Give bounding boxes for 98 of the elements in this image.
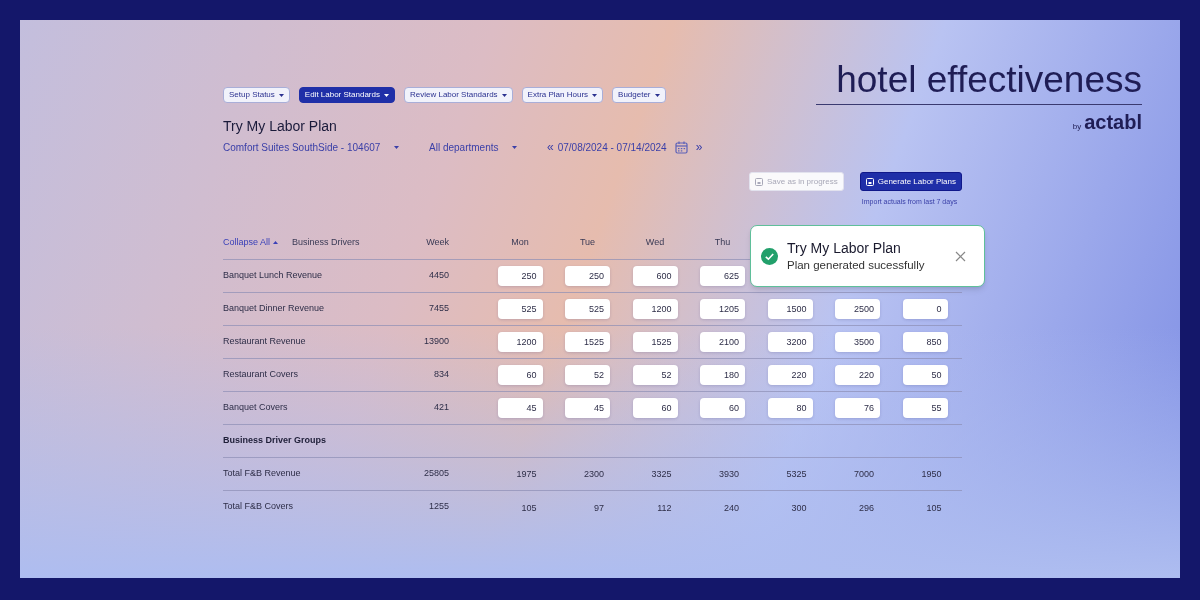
row-label: Banquet Dinner Revenue (223, 302, 325, 313)
collapse-all-button[interactable]: Collapse All (223, 235, 279, 250)
value-input[interactable]: 3500 (835, 331, 880, 352)
value-input[interactable]: 1500 (767, 298, 813, 319)
value-input[interactable]: 250 (497, 265, 543, 286)
table-cell-text: 97 (593, 501, 605, 515)
table-cell-text: 7455 (428, 301, 449, 315)
table-cell-text: 105 (925, 501, 943, 515)
row-label: Banquet Lunch Revenue (223, 269, 323, 280)
nav-tab[interactable]: Extra Plan Hours (521, 87, 604, 103)
table-cell-text: 1950 (920, 468, 943, 482)
row-label: Total F&B Revenue (223, 467, 301, 478)
column-header: Thu (713, 235, 732, 249)
caret-icon (512, 145, 518, 149)
caret-icon (394, 145, 400, 149)
value-input[interactable]: 2500 (835, 298, 880, 319)
table-cell-text: 834 (433, 367, 449, 381)
caret-icon (384, 93, 389, 97)
section-heading: Business Driver Groups (223, 433, 327, 447)
property-dropdown[interactable]: Comfort Suites SouthSide - 104607 (223, 139, 429, 155)
value-input[interactable]: 60 (497, 364, 543, 385)
value-input[interactable]: 250 (565, 265, 610, 286)
value-input[interactable]: 52 (565, 364, 610, 385)
table-cell-text: 105 (520, 501, 538, 515)
table-cell-text: 2300 (582, 468, 605, 482)
column-header: Tue (578, 235, 597, 249)
nav-tab[interactable]: Edit Labor Standards (298, 87, 395, 103)
calendar-icon[interactable] (674, 140, 688, 154)
column-header: Week (426, 235, 449, 249)
logo-brand: actabl (1084, 110, 1142, 135)
value-input[interactable]: 50 (902, 364, 948, 385)
value-input[interactable]: 45 (497, 397, 543, 418)
row-label: Total F&B Covers (223, 501, 294, 512)
table-cell-text: 240 (722, 501, 740, 515)
value-input[interactable]: 45 (565, 397, 610, 418)
date-range: 07/08/2024 - 07/14/2024 (557, 140, 667, 155)
generate-button[interactable]: Generate Labor Plans (859, 172, 962, 191)
table-cell-text: 13900 (423, 334, 449, 348)
value-input[interactable]: 0 (902, 298, 948, 319)
caret-icon (592, 93, 598, 97)
table-cell-text: 296 (857, 501, 875, 515)
nav-tab[interactable]: Budgeter (612, 87, 666, 103)
column-header: Mon (510, 235, 530, 249)
row-label: Restaurant Covers (223, 368, 299, 379)
value-input[interactable]: 625 (700, 265, 745, 286)
caret-icon (273, 241, 279, 244)
table-cell-text: 300 (790, 501, 808, 515)
caret-icon (501, 93, 507, 97)
table-cell-text: 4450 (428, 268, 449, 282)
table-cell-text: 3930 (717, 468, 740, 482)
value-input[interactable]: 1525 (565, 331, 610, 352)
close-icon[interactable] (955, 250, 966, 262)
department-dropdown[interactable]: All departments (429, 139, 547, 155)
check-icon (761, 247, 778, 265)
column-header: Wed (644, 235, 666, 249)
value-input[interactable]: 1205 (700, 298, 745, 319)
table-cell-text: 112 (656, 501, 673, 515)
value-input[interactable]: 76 (835, 397, 880, 418)
value-input[interactable]: 525 (565, 298, 610, 319)
value-input[interactable]: 220 (835, 364, 880, 385)
value-input[interactable]: 850 (902, 331, 948, 352)
previous-week-button[interactable]: « (547, 138, 554, 156)
nav-tab[interactable]: Review Labor Standards (404, 87, 513, 103)
column-header: Business Drivers (292, 235, 360, 249)
table-cell-text: 1975 (515, 468, 538, 482)
table-cell-text: 25805 (423, 466, 449, 480)
value-input[interactable]: 3200 (767, 331, 813, 352)
table-cell-text: 3325 (650, 468, 673, 482)
row-label: Restaurant Revenue (223, 335, 306, 346)
value-input[interactable]: 60 (632, 397, 678, 418)
logo-wordmark: hotel effectiveness (816, 58, 1142, 105)
caret-icon (278, 93, 284, 97)
table-cell-text: 7000 (852, 468, 875, 482)
value-input[interactable]: 525 (497, 298, 543, 319)
value-input[interactable]: 1200 (497, 331, 543, 352)
value-input[interactable]: 1525 (632, 331, 678, 352)
value-input[interactable]: 600 (632, 265, 678, 286)
save-icon (865, 177, 874, 186)
value-input[interactable]: 55 (902, 397, 948, 418)
save-icon (755, 177, 763, 186)
nav-tab[interactable]: Setup Status (223, 87, 290, 103)
toast-message: Plan generated sucessfully (787, 258, 926, 273)
value-input[interactable]: 1200 (632, 298, 678, 319)
value-input[interactable]: 220 (767, 364, 813, 385)
value-input[interactable]: 52 (632, 364, 678, 385)
table-cell-text: 421 (433, 400, 449, 414)
table-cell-text: 5325 (785, 468, 808, 482)
row-label: Banquet Covers (223, 401, 288, 412)
value-input[interactable]: 2100 (700, 331, 745, 352)
table-cell: 1255 (428, 500, 449, 514)
page-title: Try My Labor Plan (223, 117, 338, 136)
logo-by: by (1072, 121, 1082, 133)
next-week-button[interactable]: » (695, 138, 703, 156)
toast-title: Try My Labor Plan (787, 239, 902, 257)
caret-icon (654, 93, 660, 97)
value-input[interactable]: 60 (700, 397, 745, 418)
value-input[interactable]: 80 (767, 397, 813, 418)
value-input[interactable]: 180 (700, 364, 745, 385)
